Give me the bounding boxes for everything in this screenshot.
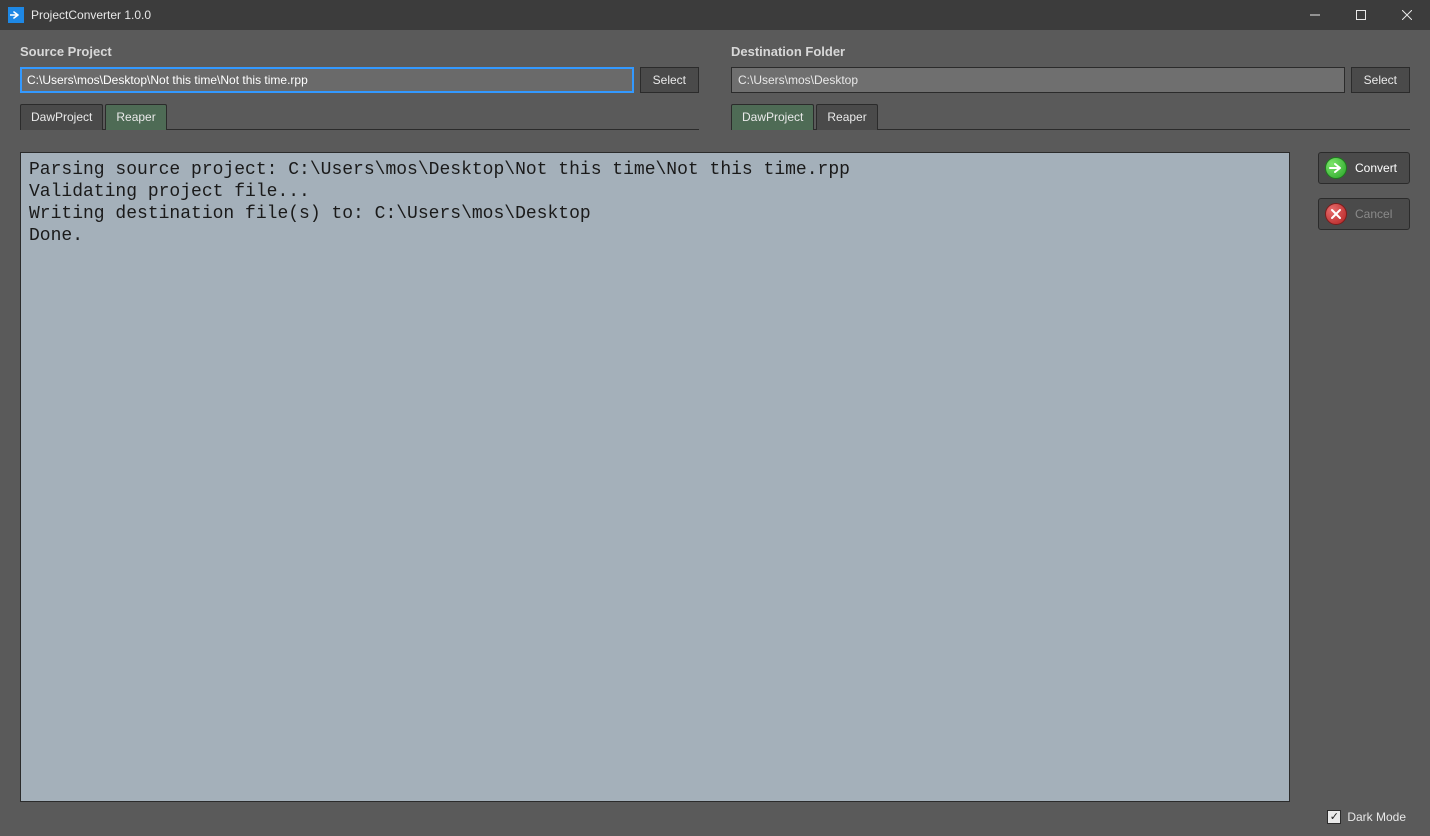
destination-tab-reaper[interactable]: Reaper bbox=[816, 104, 877, 130]
destination-label: Destination Folder bbox=[731, 44, 1410, 59]
source-tab-dawproject[interactable]: DawProject bbox=[20, 104, 103, 130]
log-output: Parsing source project: C:\Users\mos\Des… bbox=[20, 152, 1290, 802]
destination-panel: Destination Folder Select DawProject Rea… bbox=[731, 44, 1410, 130]
convert-button[interactable]: Convert bbox=[1318, 152, 1410, 184]
source-tabs: DawProject Reaper bbox=[20, 103, 699, 130]
destination-tab-dawproject[interactable]: DawProject bbox=[731, 104, 814, 130]
cancel-label: Cancel bbox=[1355, 207, 1392, 221]
maximize-button[interactable] bbox=[1338, 0, 1384, 30]
source-label: Source Project bbox=[20, 44, 699, 59]
dark-mode-checkbox-icon: ✓ bbox=[1327, 810, 1341, 824]
close-button[interactable] bbox=[1384, 0, 1430, 30]
window-controls bbox=[1292, 0, 1430, 30]
convert-label: Convert bbox=[1355, 161, 1397, 175]
source-select-button[interactable]: Select bbox=[640, 67, 699, 93]
source-path-input[interactable] bbox=[20, 67, 634, 93]
source-panel: Source Project Select DawProject Reaper bbox=[20, 44, 699, 130]
source-tab-reaper[interactable]: Reaper bbox=[105, 104, 166, 130]
window-title: ProjectConverter 1.0.0 bbox=[31, 8, 151, 22]
destination-select-button[interactable]: Select bbox=[1351, 67, 1410, 93]
destination-path-input[interactable] bbox=[731, 67, 1345, 93]
dark-mode-toggle[interactable]: ✓ Dark Mode bbox=[1327, 810, 1406, 824]
dark-mode-label: Dark Mode bbox=[1347, 810, 1406, 824]
app-icon bbox=[8, 7, 24, 23]
destination-tabs: DawProject Reaper bbox=[731, 103, 1410, 130]
convert-icon bbox=[1325, 157, 1347, 179]
minimize-button[interactable] bbox=[1292, 0, 1338, 30]
cancel-icon bbox=[1325, 203, 1347, 225]
cancel-button[interactable]: Cancel bbox=[1318, 198, 1410, 230]
titlebar: ProjectConverter 1.0.0 bbox=[0, 0, 1430, 30]
